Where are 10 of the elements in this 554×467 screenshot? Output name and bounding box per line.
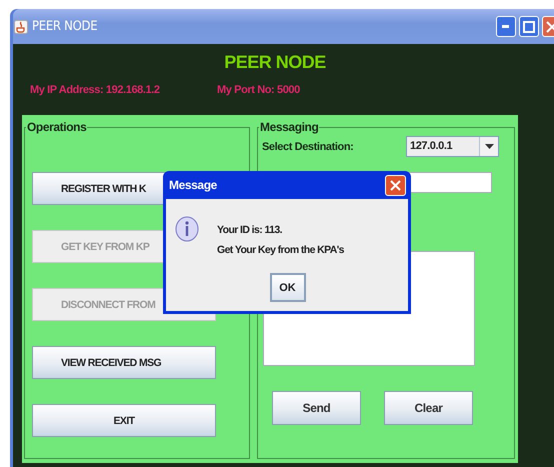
group-title: Operations [26, 120, 88, 134]
destination-label: Select Destination: [262, 140, 354, 152]
dialog-message: Get Your Key from the KPA's [217, 244, 345, 256]
dialog-title: Message [169, 178, 217, 192]
port-label: My Port No: 5000 [217, 84, 301, 98]
group-title: Messaging [259, 120, 320, 134]
ip-address-label: My IP Address: 192.168.1.2 [30, 84, 161, 98]
dialog-message: Your ID is: 113. [217, 224, 283, 236]
app-heading: PEER NODE [223, 52, 327, 73]
window-title: PEER NODE [32, 19, 98, 34]
